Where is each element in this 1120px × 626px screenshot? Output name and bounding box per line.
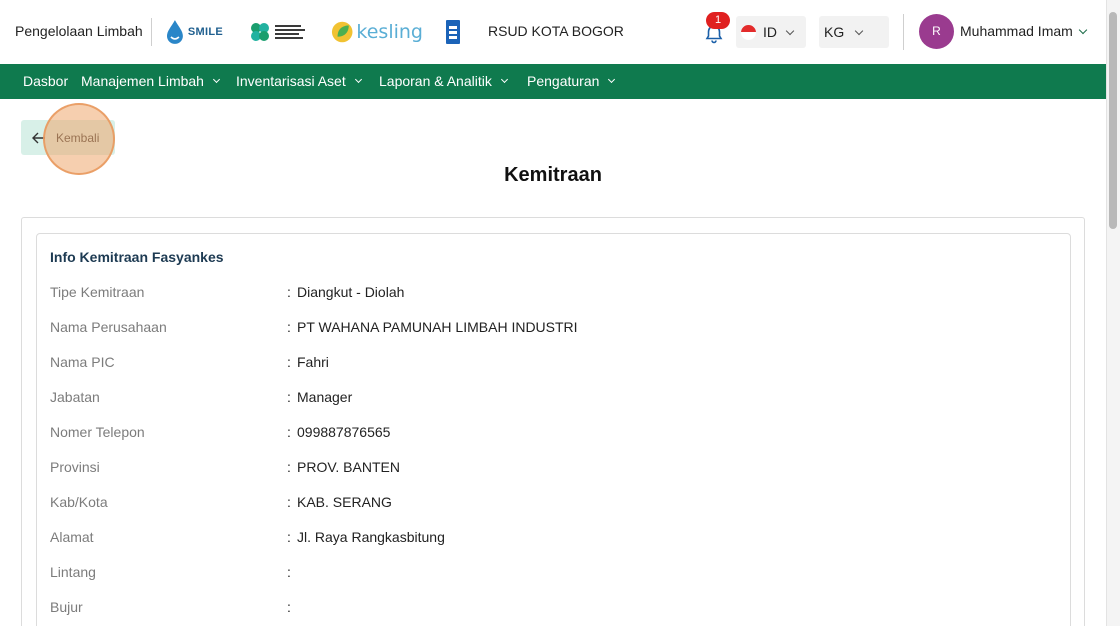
page-title: Kemitraan (504, 164, 602, 186)
kemenkes-mark-icon (251, 23, 269, 41)
kesling-logo-text: kesling (356, 21, 423, 43)
header-divider (903, 14, 904, 50)
info-value: Fahri (297, 354, 329, 370)
page: Pengelolaan Limbah SMILE kesling RSUD KO… (0, 0, 1120, 626)
info-row: Bujur : (50, 599, 1050, 619)
main-navbar: Dasbor Manajemen Limbah Inventarisasi As… (0, 64, 1106, 99)
section-title: Info Kemitraan Fasyankes (50, 249, 224, 265)
kemenkes-logo (248, 18, 306, 46)
kesling-logo: kesling (331, 18, 423, 46)
notification-badge: 1 (706, 12, 730, 29)
info-row: Provinsi : PROV. BANTEN (50, 459, 1050, 479)
info-colon: : (287, 564, 291, 580)
chevron-down-icon (500, 75, 508, 83)
smile-logo-text: SMILE (187, 26, 223, 38)
info-value: Jl. Raya Rangkasbitung (297, 529, 445, 545)
chevron-down-icon (785, 26, 795, 35)
nav-item-label: Pengaturan (527, 73, 600, 89)
indonesia-flag-icon (741, 24, 756, 40)
info-colon: : (287, 284, 291, 300)
info-colon: : (287, 599, 291, 615)
info-label: Provinsi (50, 459, 100, 475)
info-colon: : (287, 389, 291, 405)
info-colon: : (287, 529, 291, 545)
water-drop-icon (166, 20, 183, 44)
language-value: ID (763, 24, 777, 40)
info-label: Nama Perusahaan (50, 319, 167, 335)
info-row: Nama Perusahaan : PT WAHANA PAMUNAH LIMB… (50, 319, 1050, 339)
info-colon: : (287, 424, 291, 440)
info-row: Jabatan : Manager (50, 389, 1050, 409)
chevron-down-icon (212, 75, 221, 83)
info-label: Nomer Telepon (50, 424, 145, 440)
info-colon: : (287, 354, 291, 370)
info-row: Kab/Kota : KAB. SERANG (50, 494, 1050, 514)
info-value: PT WAHANA PAMUNAH LIMBAH INDUSTRI (297, 319, 578, 335)
info-row: Nomer Telepon : 099887876565 (50, 424, 1050, 444)
info-label: Jabatan (50, 389, 100, 405)
back-button-label: Kembali (56, 130, 100, 145)
nav-item-label: Manajemen Limbah (81, 73, 204, 89)
nav-item-pengaturan[interactable]: Pengaturan (527, 73, 616, 89)
smile-logo: SMILE (165, 17, 223, 47)
info-value: PROV. BANTEN (297, 459, 400, 475)
info-value: Diangkut - Diolah (297, 284, 405, 300)
nav-item-laporan-analitik[interactable]: Laporan & Analitik (379, 73, 508, 89)
kesling-leaf-icon (331, 21, 353, 43)
kemenkes-wordmark (275, 25, 305, 39)
info-colon: : (287, 319, 291, 335)
nav-item-label: Laporan & Analitik (379, 73, 492, 89)
nav-item-dasbor[interactable]: Dasbor (23, 73, 68, 89)
info-value: KAB. SERANG (297, 494, 392, 510)
info-label: Tipe Kemitraan (50, 284, 145, 300)
arrow-left-icon (32, 132, 45, 143)
info-colon: : (287, 459, 291, 475)
undp-logo (446, 20, 460, 44)
info-row: Tipe Kemitraan : Diangkut - Diolah (50, 284, 1050, 304)
info-label: Kab/Kota (50, 494, 108, 510)
info-row: Alamat : Jl. Raya Rangkasbitung (50, 529, 1050, 549)
app-title: Pengelolaan Limbah (15, 23, 143, 39)
nav-item-inventarisasi-aset[interactable]: Inventarisasi Aset (236, 73, 362, 89)
info-label: Bujur (50, 599, 83, 615)
info-label: Alamat (50, 529, 94, 545)
info-value: Manager (297, 389, 353, 405)
nav-item-label: Dasbor (23, 73, 69, 89)
scrollbar-thumb[interactable] (1109, 12, 1117, 229)
info-colon: : (287, 494, 291, 510)
info-label: Lintang (50, 564, 96, 580)
unit-value: KG (824, 24, 845, 40)
chevron-down-icon (354, 75, 362, 83)
hospital-name: RSUD KOTA BOGOR (488, 23, 624, 39)
chevron-down-icon (608, 75, 616, 83)
header-divider (151, 18, 152, 46)
info-value: 099887876565 (297, 424, 391, 440)
info-row: Lintang : (50, 564, 1050, 584)
back-button[interactable]: Kembali (21, 120, 115, 155)
avatar[interactable]: R (919, 14, 954, 49)
top-header: Pengelolaan Limbah SMILE kesling RSUD KO… (0, 0, 1106, 64)
user-menu-chevron-icon[interactable] (1078, 25, 1088, 35)
user-name[interactable]: Muhammad Imam (960, 23, 1073, 39)
unit-select[interactable]: KG (819, 16, 889, 48)
nav-item-label: Inventarisasi Aset (236, 73, 346, 89)
language-select[interactable]: ID (736, 16, 806, 48)
nav-item-manajemen-limbah[interactable]: Manajemen Limbah (81, 73, 221, 89)
info-label: Nama PIC (50, 354, 115, 370)
info-row: Nama PIC : Fahri (50, 354, 1050, 374)
chevron-down-icon (854, 26, 864, 35)
